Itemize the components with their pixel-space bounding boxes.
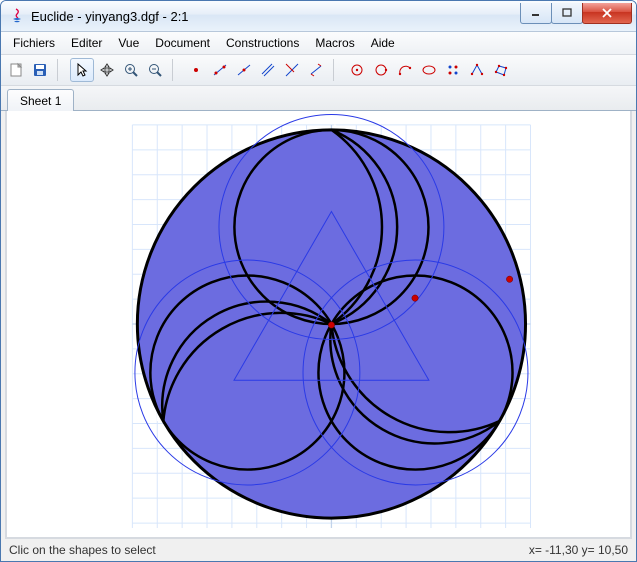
segment-icon[interactable]	[305, 59, 327, 81]
zoom-in-icon[interactable]	[120, 59, 142, 81]
java-app-icon	[9, 8, 25, 24]
menu-editer[interactable]: Editer	[63, 34, 110, 52]
toolbar-separator	[333, 59, 340, 81]
save-icon[interactable]	[29, 59, 51, 81]
circle-pt-icon[interactable]	[370, 59, 392, 81]
poly2-icon[interactable]	[466, 59, 488, 81]
new-file-icon[interactable]	[5, 59, 27, 81]
tab-sheet1[interactable]: Sheet 1	[7, 89, 74, 111]
ellipse-icon[interactable]	[418, 59, 440, 81]
menu-constructions[interactable]: Constructions	[218, 34, 307, 52]
menubar: Fichiers Editer Vue Document Constructio…	[1, 32, 636, 55]
perpendicular-icon[interactable]	[281, 59, 303, 81]
status-coords: x= -11,30 y= 10,50	[529, 543, 628, 557]
menu-document[interactable]: Document	[147, 34, 218, 52]
toolbar-separator	[57, 59, 64, 81]
window-controls	[520, 3, 632, 23]
zoom-out-icon[interactable]	[144, 59, 166, 81]
drawing-canvas[interactable]	[5, 111, 632, 539]
sheet-tabs: Sheet 1	[1, 86, 636, 111]
menu-macros[interactable]: Macros	[307, 34, 362, 52]
statusbar: Clic on the shapes to select x= -11,30 y…	[1, 539, 636, 561]
maximize-button[interactable]	[551, 3, 583, 24]
toolbar-separator	[172, 59, 179, 81]
geometry-figure	[7, 111, 630, 537]
window-title: Euclide - yinyang3.dgf - 2:1	[31, 9, 520, 24]
arc-icon[interactable]	[394, 59, 416, 81]
point-icon[interactable]	[185, 59, 207, 81]
circle-icon[interactable]	[346, 59, 368, 81]
status-hint: Clic on the shapes to select	[9, 543, 156, 557]
line-ab-icon[interactable]	[209, 59, 231, 81]
menu-fichiers[interactable]: Fichiers	[5, 34, 63, 52]
poly3-icon[interactable]	[490, 59, 512, 81]
poly1-icon[interactable]	[442, 59, 464, 81]
app-window: Euclide - yinyang3.dgf - 2:1 Fichiers Ed…	[0, 0, 637, 562]
minimize-button[interactable]	[520, 3, 552, 24]
titlebar: Euclide - yinyang3.dgf - 2:1	[1, 1, 636, 32]
parallel-icon[interactable]	[257, 59, 279, 81]
menu-vue[interactable]: Vue	[110, 34, 147, 52]
menu-aide[interactable]: Aide	[363, 34, 403, 52]
move-icon[interactable]	[96, 59, 118, 81]
toolbar	[1, 55, 636, 86]
close-button[interactable]	[582, 3, 632, 24]
cursor-icon[interactable]	[70, 58, 94, 82]
line-pt-icon[interactable]	[233, 59, 255, 81]
